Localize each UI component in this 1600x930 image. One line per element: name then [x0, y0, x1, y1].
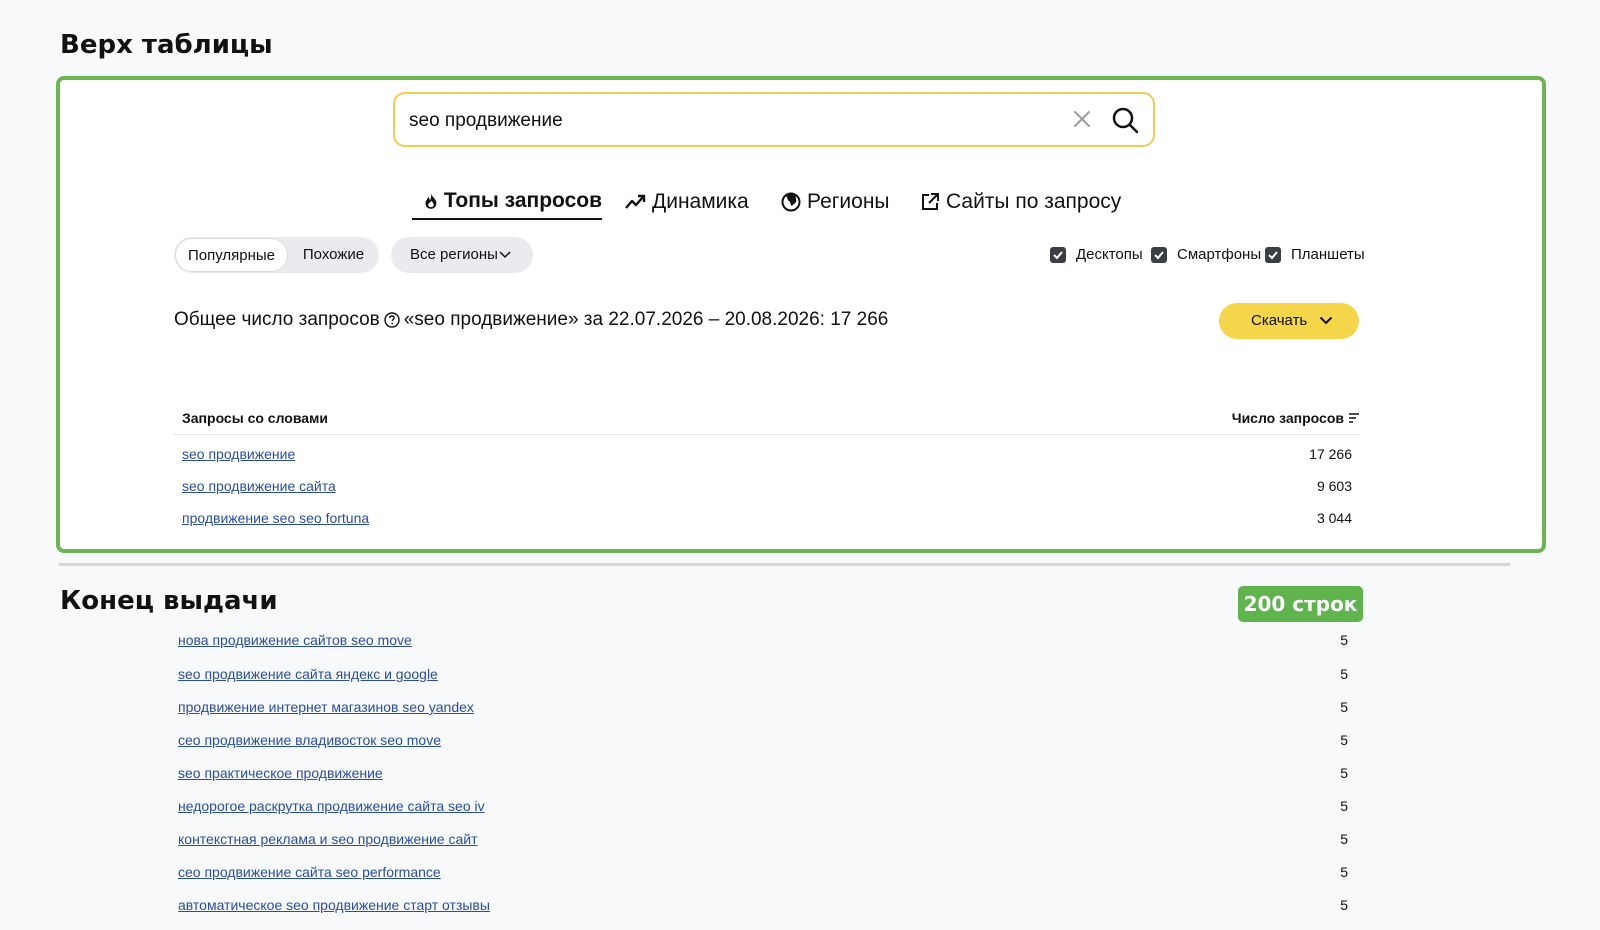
query-count: 5 [1340, 666, 1348, 682]
table-row: seo практическое продвижение 5 [170, 757, 1356, 789]
query-link[interactable]: продвижение интернет магазинов seo yande… [178, 699, 474, 715]
external-link-icon [922, 193, 939, 210]
total-queries-summary: Общее число запросов «seo продвижение» з… [174, 309, 888, 331]
smartphone-checkbox[interactable]: Смартфоны [1151, 246, 1261, 263]
column-count-header[interactable]: Число запросов [1232, 410, 1360, 426]
table-row: seo продвижение сайта яндекс и google 5 [170, 658, 1356, 690]
section-title-top: Верх таблицы [60, 30, 273, 60]
tab-regions[interactable]: Регионы [781, 184, 890, 220]
rows-count-badge: 200 строк [1238, 586, 1363, 622]
table-top-frame: seo продвижение Топы запросов Динамика Р… [56, 76, 1546, 553]
globe-icon [781, 192, 801, 212]
help-icon[interactable] [384, 312, 400, 328]
checkbox-label: Планшеты [1291, 246, 1365, 263]
section-title-end: Конец выдачи [60, 586, 278, 616]
checkbox-checked-icon [1050, 246, 1066, 263]
table-row: продвижение seo seo fortuna 3 044 [174, 502, 1360, 534]
summary-text: «seo продвижение» за 22.07.2026 – 20.08.… [403, 309, 889, 330]
column-query-header: Запросы со словами [182, 410, 329, 426]
checkbox-checked-icon [1151, 246, 1167, 263]
tab-top-queries[interactable]: Топы запросов [412, 184, 602, 220]
table-bottom-rows: нова продвижение сайтов seo move 5 seo п… [0, 628, 1600, 930]
query-link[interactable]: нова продвижение сайтов seo move [178, 632, 412, 648]
section-divider [59, 563, 1510, 566]
query-link[interactable]: seo продвижение сайта [182, 478, 336, 494]
tab-label: Топы запросов [443, 189, 602, 212]
clear-icon[interactable] [1071, 108, 1093, 130]
regions-label: Все регионы [410, 246, 498, 263]
query-count: 5 [1340, 732, 1348, 748]
tablet-checkbox[interactable]: Планшеты [1265, 246, 1365, 263]
desktop-checkbox[interactable]: Десктопы [1050, 246, 1143, 263]
tab-label: Сайты по запросу [946, 190, 1122, 213]
table-row: недорогое раскрутка продвижение сайта se… [170, 790, 1356, 822]
table-row: seo продвижение сайта 9 603 [174, 470, 1360, 502]
query-type-switch: Популярные Похожие [174, 237, 379, 273]
search-value[interactable]: seo продвижение [409, 110, 563, 132]
query-count: 5 [1340, 765, 1348, 781]
query-link[interactable]: продвижение seo seo fortuna [182, 510, 369, 526]
search-icon[interactable] [1111, 106, 1139, 134]
chevron-down-icon [1319, 316, 1333, 325]
table-row: сео продвижение владивосток seo move 5 [170, 724, 1356, 756]
query-count: 5 [1340, 897, 1348, 913]
search-input[interactable]: seo продвижение [393, 92, 1155, 147]
table-row: сео продвижение сайта seo performance 5 [170, 856, 1356, 888]
query-count: 5 [1340, 831, 1348, 847]
table-row: seo продвижение 17 266 [174, 438, 1360, 470]
regions-dropdown[interactable]: Все регионы [391, 237, 533, 273]
column-count-label: Число запросов [1231, 410, 1344, 426]
checkbox-label: Смартфоны [1177, 246, 1262, 263]
query-link[interactable]: сео продвижение сайта seo performance [178, 864, 441, 880]
query-count: 5 [1340, 864, 1348, 880]
query-link[interactable]: seo практическое продвижение [178, 765, 383, 781]
table-header: Запросы со словами Число запросов [174, 406, 1360, 435]
query-count: 5 [1340, 632, 1348, 648]
table-row: продвижение интернет магазинов seo yande… [170, 691, 1356, 723]
sort-icon [1349, 413, 1359, 423]
tab-sites[interactable]: Сайты по запросу [920, 184, 1121, 220]
query-link[interactable]: seo продвижение сайта яндекс и google [178, 666, 438, 682]
chevron-down-icon [499, 251, 511, 259]
checkbox-checked-icon [1265, 246, 1281, 263]
fire-icon [425, 193, 437, 209]
query-link[interactable]: сео продвижение владивосток seo move [178, 732, 441, 748]
summary-prefix: Общее число запросов [174, 309, 380, 330]
checkbox-label: Десктопы [1076, 246, 1143, 263]
tab-label: Регионы [807, 190, 890, 213]
query-count: 5 [1340, 798, 1348, 814]
table-row: автоматическое seo продвижение старт отз… [170, 889, 1356, 921]
table-row: нова продвижение сайтов seo move 5 [170, 628, 1356, 656]
query-link[interactable]: seo продвижение [182, 446, 295, 462]
table-row: контекстная реклама и seo продвижение са… [170, 823, 1356, 855]
download-label: Скачать [1251, 312, 1308, 329]
query-count: 5 [1340, 699, 1348, 715]
query-count: 9 603 [1316, 478, 1352, 494]
query-count: 17 266 [1309, 446, 1352, 462]
similar-button[interactable]: Похожие [288, 238, 379, 272]
trend-icon [625, 194, 646, 209]
query-link[interactable]: контекстная реклама и seo продвижение са… [178, 831, 477, 847]
tab-label: Динамика [652, 190, 749, 213]
query-link[interactable]: недорогое раскрутка продвижение сайта se… [178, 798, 485, 814]
download-button[interactable]: Скачать [1219, 303, 1359, 339]
query-count: 3 044 [1316, 510, 1352, 526]
query-link[interactable]: автоматическое seo продвижение старт отз… [178, 897, 490, 913]
popular-button[interactable]: Популярные [175, 238, 288, 272]
tab-dynamics[interactable]: Динамика [624, 184, 749, 220]
